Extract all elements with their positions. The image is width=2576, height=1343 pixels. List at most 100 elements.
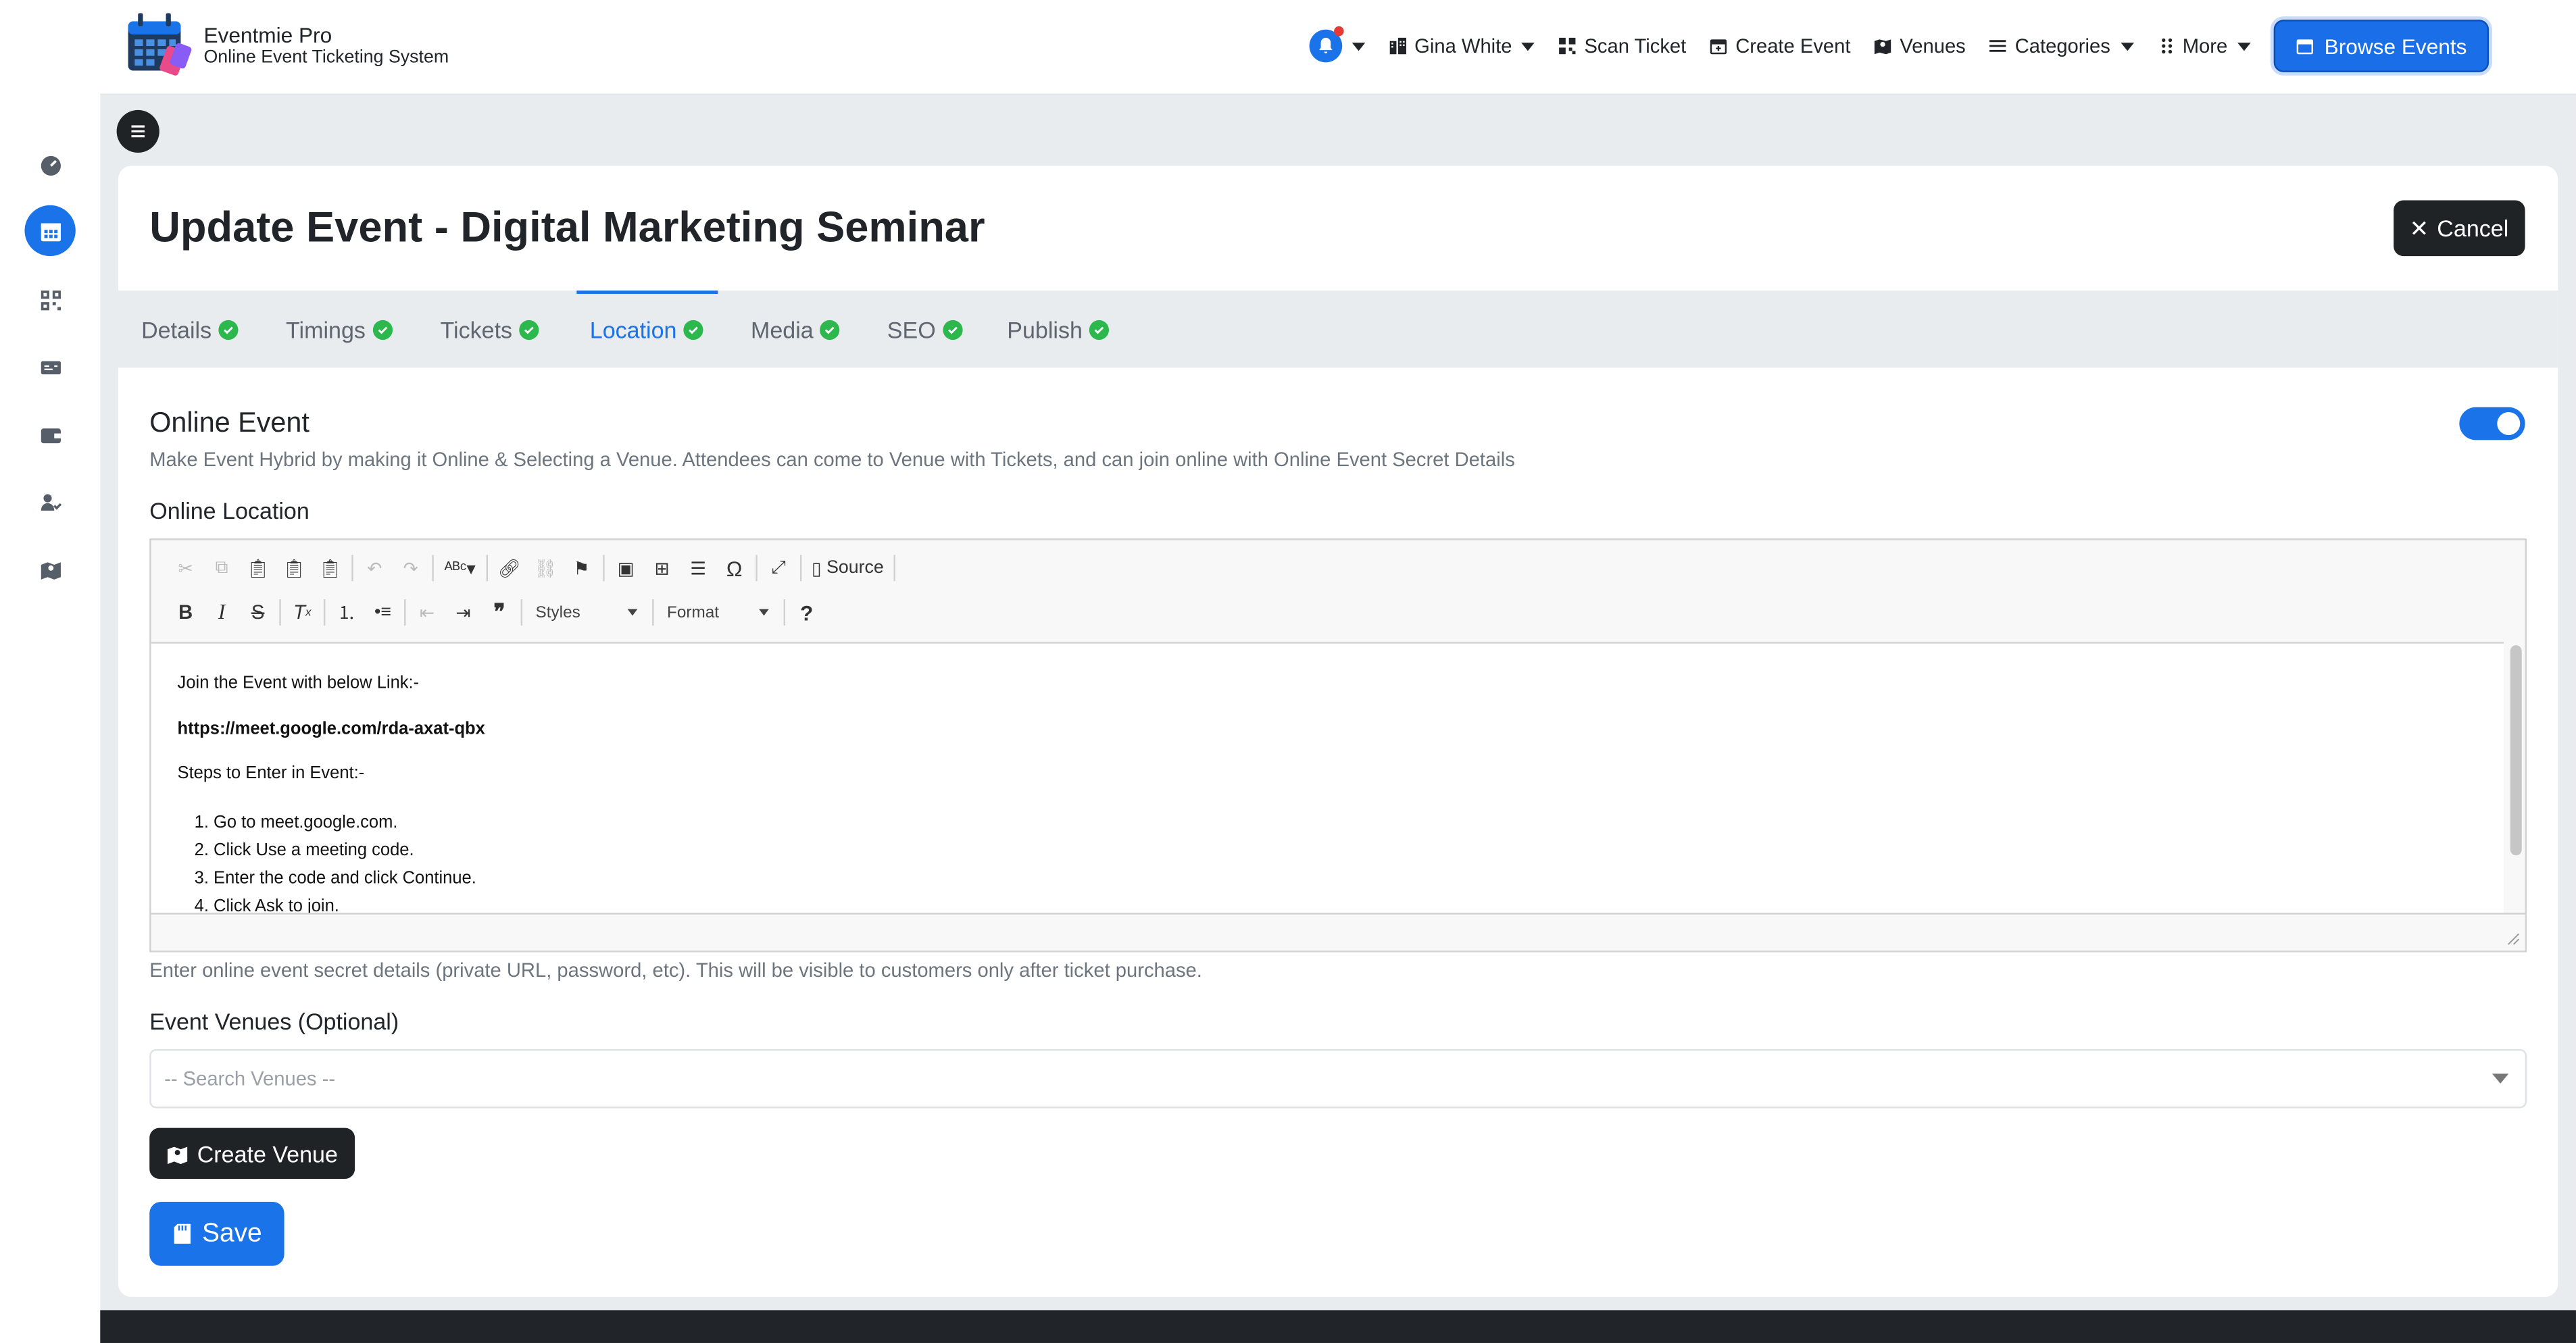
- main-nav: Gina White Scan Ticket Create Event Venu…: [1309, 20, 2489, 72]
- venues-label: Venues: [1900, 34, 1966, 58]
- menu-toggle-button[interactable]: [116, 109, 159, 153]
- create-event-link[interactable]: Create Event: [1709, 34, 1850, 57]
- page-footer: [100, 1310, 2576, 1343]
- format-dropdown[interactable]: Format: [657, 598, 774, 628]
- tab-tickets[interactable]: Tickets: [441, 290, 539, 368]
- bulleted-list-icon[interactable]: •≡: [365, 596, 401, 629]
- cut-icon[interactable]: ✂: [168, 552, 203, 585]
- grip-icon: [2160, 38, 2171, 54]
- more-label: More: [2182, 34, 2228, 58]
- online-event-description: Make Event Hybrid by making it Online & …: [149, 448, 1515, 472]
- spellcheck-icon[interactable]: ᴬᴮᶜ▾: [437, 552, 483, 585]
- strikethrough-icon[interactable]: S: [240, 596, 276, 629]
- toggle-knob: [2497, 412, 2521, 436]
- user-menu[interactable]: Gina White: [1388, 34, 1535, 57]
- tab-media[interactable]: Media: [751, 290, 840, 368]
- help-icon[interactable]: ?: [789, 596, 824, 629]
- cancel-button[interactable]: ✕ Cancel: [2393, 200, 2525, 257]
- more-dropdown[interactable]: More: [2156, 34, 2251, 58]
- toolbar-separator: [404, 599, 406, 626]
- calendar-icon: [40, 222, 60, 241]
- source-file-icon: ▯: [812, 559, 822, 579]
- sd-card-icon: [174, 1223, 191, 1244]
- online-event-toggle[interactable]: [2459, 407, 2525, 440]
- tab-timings[interactable]: Timings: [286, 290, 392, 368]
- tab-label: Media: [751, 315, 814, 343]
- styles-label: Styles: [535, 603, 580, 622]
- browse-events-button[interactable]: Browse Events: [2273, 20, 2489, 72]
- redo-icon[interactable]: ↷: [393, 552, 428, 585]
- notifications-dropdown[interactable]: [1309, 26, 1366, 63]
- sidebar-item-dashboard[interactable]: [24, 140, 75, 191]
- toolbar-separator: [432, 555, 434, 582]
- source-button[interactable]: ▯ Source: [805, 552, 890, 585]
- map-location-icon: [1875, 39, 1892, 55]
- link-icon[interactable]: 🔗︎: [491, 552, 527, 585]
- tab-label: Publish: [1007, 315, 1083, 343]
- image-icon[interactable]: ▣: [608, 552, 644, 585]
- sidebar-item-users[interactable]: [24, 476, 75, 527]
- brand-name[interactable]: Eventmie Pro: [203, 23, 332, 47]
- venues-search-select[interactable]: -- Search Venues --: [149, 1048, 2527, 1109]
- toolbar-separator: [520, 599, 523, 626]
- online-location-help: Enter online event secret details (priva…: [149, 959, 1202, 982]
- categories-label: Categories: [2014, 34, 2110, 58]
- check-circle-icon: [518, 319, 539, 339]
- check-circle-icon: [942, 319, 962, 339]
- table-icon[interactable]: ⊞: [644, 552, 680, 585]
- venues-link[interactable]: Venues: [1874, 34, 1966, 57]
- bold-icon[interactable]: B: [168, 596, 203, 629]
- sidebar-item-scan[interactable]: [24, 274, 75, 325]
- check-circle-icon: [683, 319, 703, 339]
- unlink-icon[interactable]: ⛓︎: [527, 552, 563, 585]
- styles-dropdown[interactable]: Styles: [526, 598, 643, 628]
- blockquote-icon[interactable]: ❞: [481, 596, 517, 629]
- anchor-flag-icon[interactable]: ⚑: [564, 552, 599, 585]
- create-venue-button[interactable]: Create Venue: [149, 1127, 355, 1179]
- sidebar-item-venues[interactable]: [24, 543, 75, 594]
- horizontal-rule-icon[interactable]: ☰: [680, 552, 716, 585]
- save-button[interactable]: Save: [149, 1201, 285, 1266]
- special-char-icon[interactable]: Ω: [716, 552, 752, 585]
- brand-logo-icon[interactable]: [126, 11, 195, 77]
- categories-dropdown[interactable]: Categories: [1989, 34, 2133, 57]
- money-check-icon: [40, 360, 60, 374]
- sidebar: [0, 93, 101, 1343]
- editor-scrollbar[interactable]: [2510, 645, 2522, 856]
- source-label: Source: [826, 558, 884, 578]
- toolbar-separator: [486, 555, 489, 582]
- tab-publish[interactable]: Publish: [1007, 290, 1109, 368]
- maximize-icon[interactable]: ⤢: [761, 552, 797, 585]
- tab-details[interactable]: Details: [141, 290, 239, 368]
- sidebar-item-wallet[interactable]: [24, 409, 75, 459]
- remove-format-icon[interactable]: Tx: [284, 596, 320, 629]
- tab-seo[interactable]: SEO: [887, 290, 962, 368]
- resize-handle-icon[interactable]: [2507, 932, 2520, 945]
- paste-text-icon[interactable]: 📋︎: [276, 552, 312, 585]
- editor-content[interactable]: Join the Event with below Link:- https:/…: [151, 642, 2504, 913]
- toolbar-separator: [323, 599, 326, 626]
- outdent-icon[interactable]: ⇤: [409, 596, 445, 629]
- italic-icon[interactable]: I: [203, 596, 239, 629]
- calendar-icon: [2296, 39, 2313, 55]
- copy-icon[interactable]: ⧉: [203, 552, 239, 585]
- chevron-down-icon: [627, 609, 638, 616]
- paste-word-icon[interactable]: 📋︎: [312, 552, 348, 585]
- page-title: Update Event - Digital Marketing Seminar: [149, 201, 985, 251]
- sidebar-item-bookings[interactable]: [24, 342, 75, 392]
- numbered-list-icon[interactable]: ⒈: [328, 596, 364, 629]
- editor-toolbar-row-1: ✂ ⧉ 📋︎ 📋︎ 📋︎ ↶ ↷ ᴬᴮᶜ▾ 🔗︎ ⛓︎ ⚑ ▣ ⊞ ☰ Ω ⤢ …: [168, 552, 899, 585]
- scan-ticket-link[interactable]: Scan Ticket: [1558, 34, 1686, 57]
- check-circle-icon: [820, 319, 840, 339]
- chevron-down-icon: [2120, 41, 2133, 51]
- cancel-label: Cancel: [2437, 215, 2509, 242]
- sidebar-item-events[interactable]: [24, 205, 76, 257]
- undo-icon[interactable]: ↶: [357, 552, 393, 585]
- paste-icon[interactable]: 📋︎: [240, 552, 276, 585]
- chevron-down-icon: [2492, 1073, 2509, 1084]
- indent-icon[interactable]: ⇥: [445, 596, 481, 629]
- notification-dot: [1334, 26, 1344, 36]
- tab-location[interactable]: Location: [590, 290, 703, 368]
- chevron-down-icon: [1522, 41, 1535, 51]
- tab-label: Tickets: [440, 315, 513, 343]
